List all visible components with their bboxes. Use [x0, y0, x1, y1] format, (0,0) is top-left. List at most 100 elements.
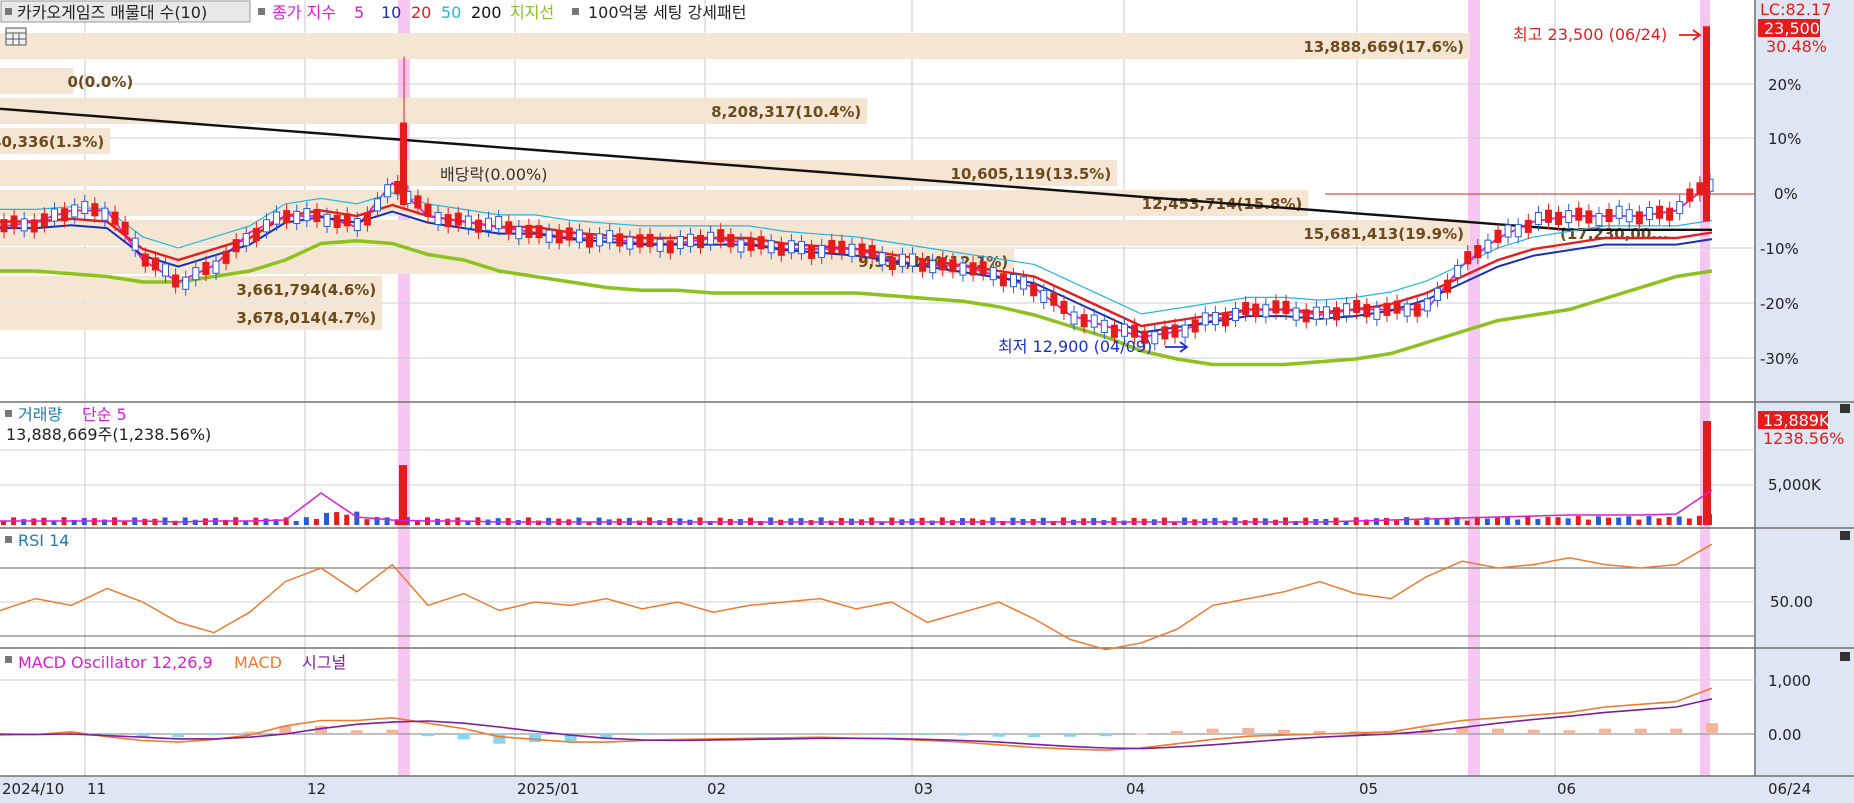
macd-oscillator-bar: [707, 732, 720, 734]
ma-period-20: 20: [411, 3, 431, 22]
macd-oscillator-bar: [1278, 729, 1290, 734]
macd-panel-close-icon[interactable]: [1840, 652, 1850, 661]
x-label-05: 05: [1359, 780, 1378, 798]
candle-body: [949, 259, 957, 273]
candle-body: [878, 252, 886, 266]
price-tick-neg10: -10%: [1760, 240, 1799, 258]
candle-body: [30, 219, 38, 233]
candle-body: [898, 253, 906, 267]
candle-body: [1353, 299, 1361, 313]
candle-body: [1242, 302, 1250, 316]
candle-body: [414, 195, 422, 209]
macd-oscillator-bar: [1171, 730, 1183, 734]
volume-bar: [1676, 516, 1682, 525]
candle-body: [1302, 309, 1310, 323]
candle-body: [1656, 205, 1664, 219]
volume-bullet-icon: [5, 410, 12, 417]
volume-bar: [313, 518, 319, 525]
candle-body: [1050, 292, 1058, 306]
volume-bar: [293, 520, 299, 525]
candle-body: [1282, 300, 1290, 314]
volume-bar: [536, 520, 542, 525]
volume-bar: [1626, 516, 1632, 525]
price-tick-neg30: -30%: [1760, 350, 1799, 368]
candle-body: [384, 184, 392, 198]
macd-oscillator-bar: [422, 734, 434, 737]
volume-badge-pct: 1238.56%: [1763, 429, 1844, 448]
candle-body: [1595, 212, 1603, 227]
candle-body: [626, 236, 634, 250]
ma-label: 종가 지수: [272, 3, 336, 22]
candle-body: [273, 211, 281, 225]
candle-body: [131, 237, 139, 251]
volume-bar: [1404, 517, 1410, 525]
volume-profile-label: 3,678,014(4.7%): [236, 309, 376, 327]
x-label-02: 02: [707, 780, 726, 798]
volume-bar: [647, 517, 653, 525]
candle-body: [1645, 207, 1653, 221]
volume-ma-label: 단순 5: [82, 405, 127, 424]
candle-body: [303, 208, 311, 222]
price-tick-0: 0%: [1774, 185, 1798, 203]
candle-body: [1131, 324, 1139, 338]
volume-bar: [1515, 519, 1521, 525]
rsi-tick-50: 50.00: [1770, 593, 1813, 611]
candle-body: [717, 229, 725, 243]
volume-profile-label: 0(0.0%): [68, 73, 134, 91]
volume-bar: [1545, 516, 1551, 525]
rsi-title: RSI 14: [18, 531, 69, 550]
volume-bar: [263, 518, 269, 525]
macd-oscillator-bar: [350, 730, 363, 734]
macd-oscillator-bar: [1099, 734, 1112, 737]
candle-body: [61, 208, 69, 222]
volume-bar: [1686, 518, 1692, 525]
macd-oscillator-bar: [778, 732, 791, 734]
volume-bar: [21, 519, 27, 525]
candle-body: [969, 262, 977, 276]
candle-body: [1060, 300, 1068, 314]
candle-body: [1373, 306, 1381, 320]
volume-bar: [1606, 517, 1612, 525]
candle-body: [686, 233, 694, 247]
candle-body: [192, 267, 200, 281]
macd-oscillator-bar: [1706, 723, 1718, 734]
volume-bar: [364, 519, 370, 525]
x-label-04: 04: [1126, 780, 1145, 798]
x-label-last: 06/24: [1768, 780, 1811, 798]
candle-body: [81, 200, 89, 214]
macd-oscillator-bar: [457, 734, 470, 740]
candle-body: [1635, 211, 1643, 225]
candle-body: [535, 225, 543, 239]
candle-body: [444, 214, 452, 228]
volume-bar: [1232, 517, 1238, 525]
candle-body: [777, 242, 785, 256]
volume-bar: [1535, 518, 1541, 525]
candle-body: [959, 262, 967, 276]
rsi-panel-close-icon[interactable]: [1840, 531, 1850, 540]
volume-bar: [344, 514, 350, 525]
candle-body: [606, 230, 614, 244]
volume-profile-label: 15,681,413(19.9%): [1303, 225, 1464, 243]
volume-bar: [1414, 520, 1420, 525]
macd-tick-1000: 1,000: [1768, 672, 1811, 690]
volume-bar: [1283, 517, 1289, 525]
candle-body: [162, 263, 170, 277]
candle-body: [1252, 303, 1260, 317]
candle-body: [232, 239, 240, 253]
x-label-2024-10: 2024/10: [2, 780, 64, 798]
candle-body: [485, 217, 493, 231]
candle-body: [313, 208, 321, 223]
candle-body: [636, 234, 644, 248]
candle-body: [1585, 210, 1593, 224]
volume-panel-close-icon[interactable]: [1840, 404, 1850, 413]
candle-body: [1615, 205, 1623, 219]
volume-badge-value: 13,889K: [1763, 411, 1830, 430]
x-label-06: 06: [1557, 780, 1576, 798]
calendar-icon[interactable]: [5, 27, 27, 46]
volume-bar: [697, 517, 703, 525]
ma-period-200: 200: [471, 3, 502, 22]
macd-oscillator-bar: [850, 734, 862, 735]
volume-bar: [525, 517, 531, 525]
candle-body: [323, 213, 331, 227]
candle-body: [182, 276, 190, 290]
